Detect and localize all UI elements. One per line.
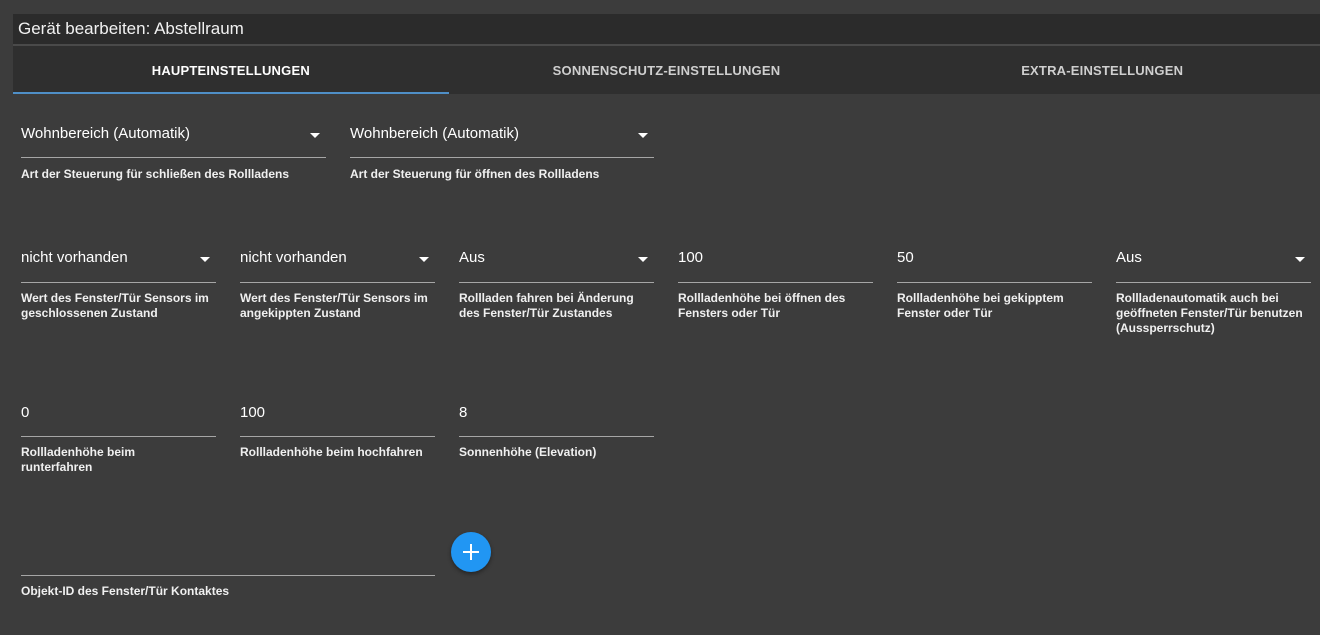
field-underline bbox=[678, 282, 873, 283]
field-underline bbox=[21, 157, 326, 158]
chevron-down-icon[interactable] bbox=[1295, 257, 1305, 262]
chevron-down-icon[interactable] bbox=[200, 257, 210, 262]
field-underline bbox=[21, 436, 216, 437]
close-control-type-select[interactable]: Wohnbereich (Automatik) bbox=[21, 125, 190, 142]
sun-elevation-input[interactable]: 8 bbox=[459, 404, 467, 421]
height-down-input[interactable]: 0 bbox=[21, 404, 29, 421]
sensor-tilted-select[interactable]: nicht vorhanden bbox=[240, 249, 347, 266]
close-control-type-label: Art der Steuerung für schließen des Roll… bbox=[21, 167, 290, 181]
height-window-open-label: Rollladenhöhe bei öffnen des Fensters od… bbox=[678, 291, 846, 320]
dialog-title: Gerät bearbeiten: Abstellraum bbox=[18, 19, 244, 38]
lockout-protection-label: Rollladenautomatik auch bei geöffneten F… bbox=[1116, 291, 1303, 335]
chevron-down-icon[interactable] bbox=[638, 257, 648, 262]
tab-sonnenschutz-einstellungen[interactable]: SONNENSCHUTZ-EINSTELLUNGEN bbox=[449, 46, 885, 94]
tab-extra-einstellungen[interactable]: EXTRA-EINSTELLUNGEN bbox=[884, 46, 1320, 94]
height-window-tilted-field: 50 Rollladenhöhe bei gekipptem Fenster o… bbox=[897, 249, 1092, 329]
add-object-button[interactable] bbox=[451, 532, 491, 572]
height-up-input[interactable]: 100 bbox=[240, 404, 265, 421]
tab-haupteinstellungen[interactable]: HAUPTEINSTELLUNGEN bbox=[13, 46, 449, 94]
field-underline bbox=[240, 436, 435, 437]
field-underline bbox=[459, 436, 654, 437]
height-down-field: 0 Rollladenhöhe beim runterfahren bbox=[21, 404, 216, 484]
height-down-label: Rollladenhöhe beim runterfahren bbox=[21, 445, 136, 474]
sensor-closed-field: nicht vorhanden Wert des Fenster/Tür Sen… bbox=[21, 249, 216, 329]
height-window-tilted-input[interactable]: 50 bbox=[897, 249, 914, 266]
sensor-closed-select[interactable]: nicht vorhanden bbox=[21, 249, 128, 266]
height-window-open-field: 100 Rollladenhöhe bei öffnen des Fenster… bbox=[678, 249, 873, 329]
sensor-tilted-label: Wert des Fenster/Tür Sensors im angekipp… bbox=[240, 291, 428, 320]
field-underline bbox=[350, 157, 654, 158]
lockout-protection-select[interactable]: Aus bbox=[1116, 249, 1142, 266]
plus-icon bbox=[463, 544, 479, 560]
field-underline bbox=[21, 575, 435, 576]
chevron-down-icon[interactable] bbox=[419, 257, 429, 262]
height-window-open-input[interactable]: 100 bbox=[678, 249, 703, 266]
field-underline bbox=[1116, 282, 1311, 283]
move-on-change-label: Rollladen fahren bei Änderung des Fenste… bbox=[459, 291, 634, 320]
sensor-tilted-field: nicht vorhanden Wert des Fenster/Tür Sen… bbox=[240, 249, 435, 329]
chevron-down-icon[interactable] bbox=[310, 133, 320, 138]
object-id-field: Objekt-ID des Fenster/Tür Kontaktes bbox=[21, 545, 435, 605]
tab-bar: HAUPTEINSTELLUNGEN SONNENSCHUTZ-EINSTELL… bbox=[13, 46, 1320, 94]
sun-elevation-label: Sonnenhöhe (Elevation) bbox=[459, 445, 597, 459]
sensor-closed-label: Wert des Fenster/Tür Sensors im geschlos… bbox=[21, 291, 209, 320]
height-window-tilted-label: Rollladenhöhe bei gekipptem Fenster oder… bbox=[897, 291, 1064, 320]
field-underline bbox=[459, 282, 654, 283]
field-underline bbox=[21, 282, 216, 283]
move-on-change-select[interactable]: Aus bbox=[459, 249, 485, 266]
lockout-protection-field: Aus Rollladenautomatik auch bei geöffnet… bbox=[1116, 249, 1311, 344]
open-control-type-label: Art der Steuerung für öffnen des Rolllad… bbox=[350, 167, 600, 181]
object-id-label: Objekt-ID des Fenster/Tür Kontaktes bbox=[21, 584, 230, 598]
open-control-type-field: Wohnbereich (Automatik) Art der Steuerun… bbox=[350, 125, 654, 185]
close-control-type-field: Wohnbereich (Automatik) Art der Steuerun… bbox=[21, 125, 326, 185]
field-underline bbox=[240, 282, 435, 283]
open-control-type-select[interactable]: Wohnbereich (Automatik) bbox=[350, 125, 519, 142]
move-on-change-field: Aus Rollladen fahren bei Änderung des Fe… bbox=[459, 249, 654, 329]
field-underline bbox=[897, 282, 1092, 283]
dialog-title-bar: Gerät bearbeiten: Abstellraum bbox=[13, 14, 1320, 44]
sun-elevation-field: 8 Sonnenhöhe (Elevation) bbox=[459, 404, 654, 484]
height-up-label: Rollladenhöhe beim hochfahren bbox=[240, 445, 423, 459]
height-up-field: 100 Rollladenhöhe beim hochfahren bbox=[240, 404, 435, 484]
chevron-down-icon[interactable] bbox=[638, 133, 648, 138]
object-id-input[interactable] bbox=[21, 545, 435, 573]
